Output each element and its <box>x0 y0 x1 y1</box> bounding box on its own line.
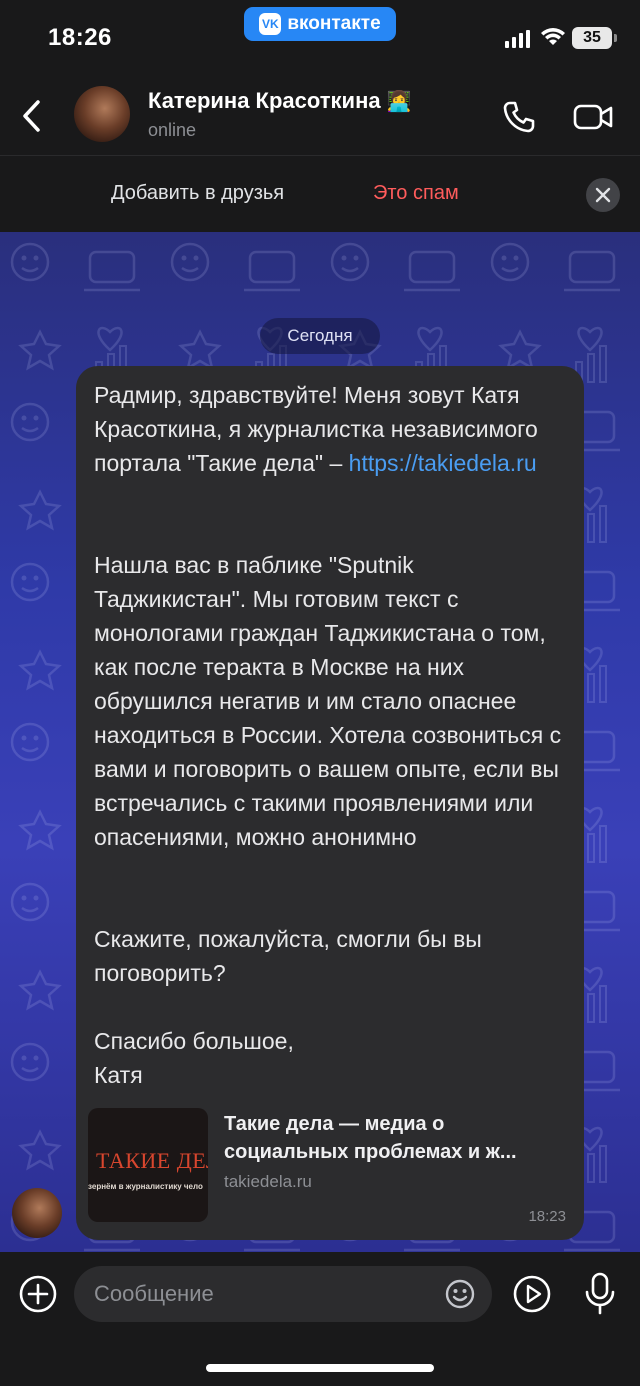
avatar[interactable] <box>74 86 130 142</box>
home-indicator[interactable] <box>206 1364 434 1372</box>
message-time: 18:23 <box>528 1208 566 1225</box>
sender-avatar[interactable] <box>12 1188 62 1238</box>
microphone-icon[interactable] <box>582 1270 618 1318</box>
chat-header: Катерина Красоткина 👩‍💻 online <box>0 78 640 156</box>
message-link[interactable]: https://takiedela.ru <box>349 450 537 476</box>
link-preview-card[interactable]: ТАКИЕ ДЕЛА зернём в журналистику чело Та… <box>88 1106 568 1226</box>
link-preview-title: Такие дела — медиа о социальных проблема… <box>224 1113 517 1163</box>
date-separator: Сегодня <box>260 318 380 354</box>
battery-level: 35 <box>583 29 601 46</box>
close-icon <box>595 187 611 203</box>
cellular-signal-icon <box>505 30 530 48</box>
status-time: 18:26 <box>48 24 112 51</box>
back-icon <box>23 100 40 132</box>
incoming-message[interactable]: Радмир, здравствуйте! Меня зовут Катя Кр… <box>76 366 584 1240</box>
battery-icon: 35 <box>572 27 617 49</box>
message-paragraph-3: Скажите, пожалуйста, смогли бы вы погово… <box>94 926 482 986</box>
app-pill-label: вконтакте <box>287 13 381 34</box>
link-preview-thumbnail: ТАКИЕ ДЕЛА зернём в журналистику чело <box>88 1108 208 1222</box>
plus-icon[interactable] <box>18 1274 58 1314</box>
emoji-icon[interactable] <box>444 1278 476 1310</box>
contact-name[interactable]: Катерина Красоткина 👩‍💻 <box>148 88 412 114</box>
message-list[interactable]: Сегодня Радмир, здравствуйте! Меня зовут… <box>0 232 640 1252</box>
video-call-button[interactable] <box>572 96 616 138</box>
contact-status: online <box>148 120 197 140</box>
link-preview-domain: takiedela.ru <box>224 1172 312 1191</box>
add-friend-button[interactable]: Добавить в друзья <box>111 182 284 205</box>
wifi-icon <box>541 28 565 45</box>
vk-logo-icon: VK <box>259 13 282 35</box>
call-button[interactable] <box>498 96 540 138</box>
phone-icon <box>503 101 535 133</box>
chat-screen: 18:26 VK вконтакте 35 Катерина Красоткин… <box>0 0 640 1386</box>
friend-request-bar: Добавить в друзья Это спам <box>0 156 640 232</box>
thumbnail-subtitle: зернём в журналистику чело <box>88 1182 203 1191</box>
report-spam-button[interactable]: Это спам <box>373 182 459 205</box>
message-paragraph-4: Спасибо большое, Катя <box>94 1028 294 1088</box>
play-icon[interactable] <box>512 1274 552 1314</box>
composer-bar <box>0 1252 640 1386</box>
back-button[interactable] <box>14 94 48 138</box>
close-bar-button[interactable] <box>586 178 620 212</box>
video-camera-icon <box>573 104 613 130</box>
message-input[interactable] <box>94 1276 434 1312</box>
message-input-box[interactable] <box>74 1266 492 1322</box>
status-emoji: 👩‍💻 <box>386 91 412 113</box>
app-pill[interactable]: VK вконтакте <box>244 7 396 41</box>
status-bar: 18:26 VK вконтакте 35 <box>0 0 640 78</box>
message-paragraph-2: Нашла вас в паблике "Sputnik Таджикистан… <box>94 552 562 850</box>
contact-name-text: Катерина Красоткина <box>148 88 381 113</box>
thumbnail-title: ТАКИЕ ДЕЛА <box>96 1148 208 1173</box>
message-paragraph-1: Радмир, здравствуйте! Меня зовут Катя Кр… <box>94 378 564 480</box>
